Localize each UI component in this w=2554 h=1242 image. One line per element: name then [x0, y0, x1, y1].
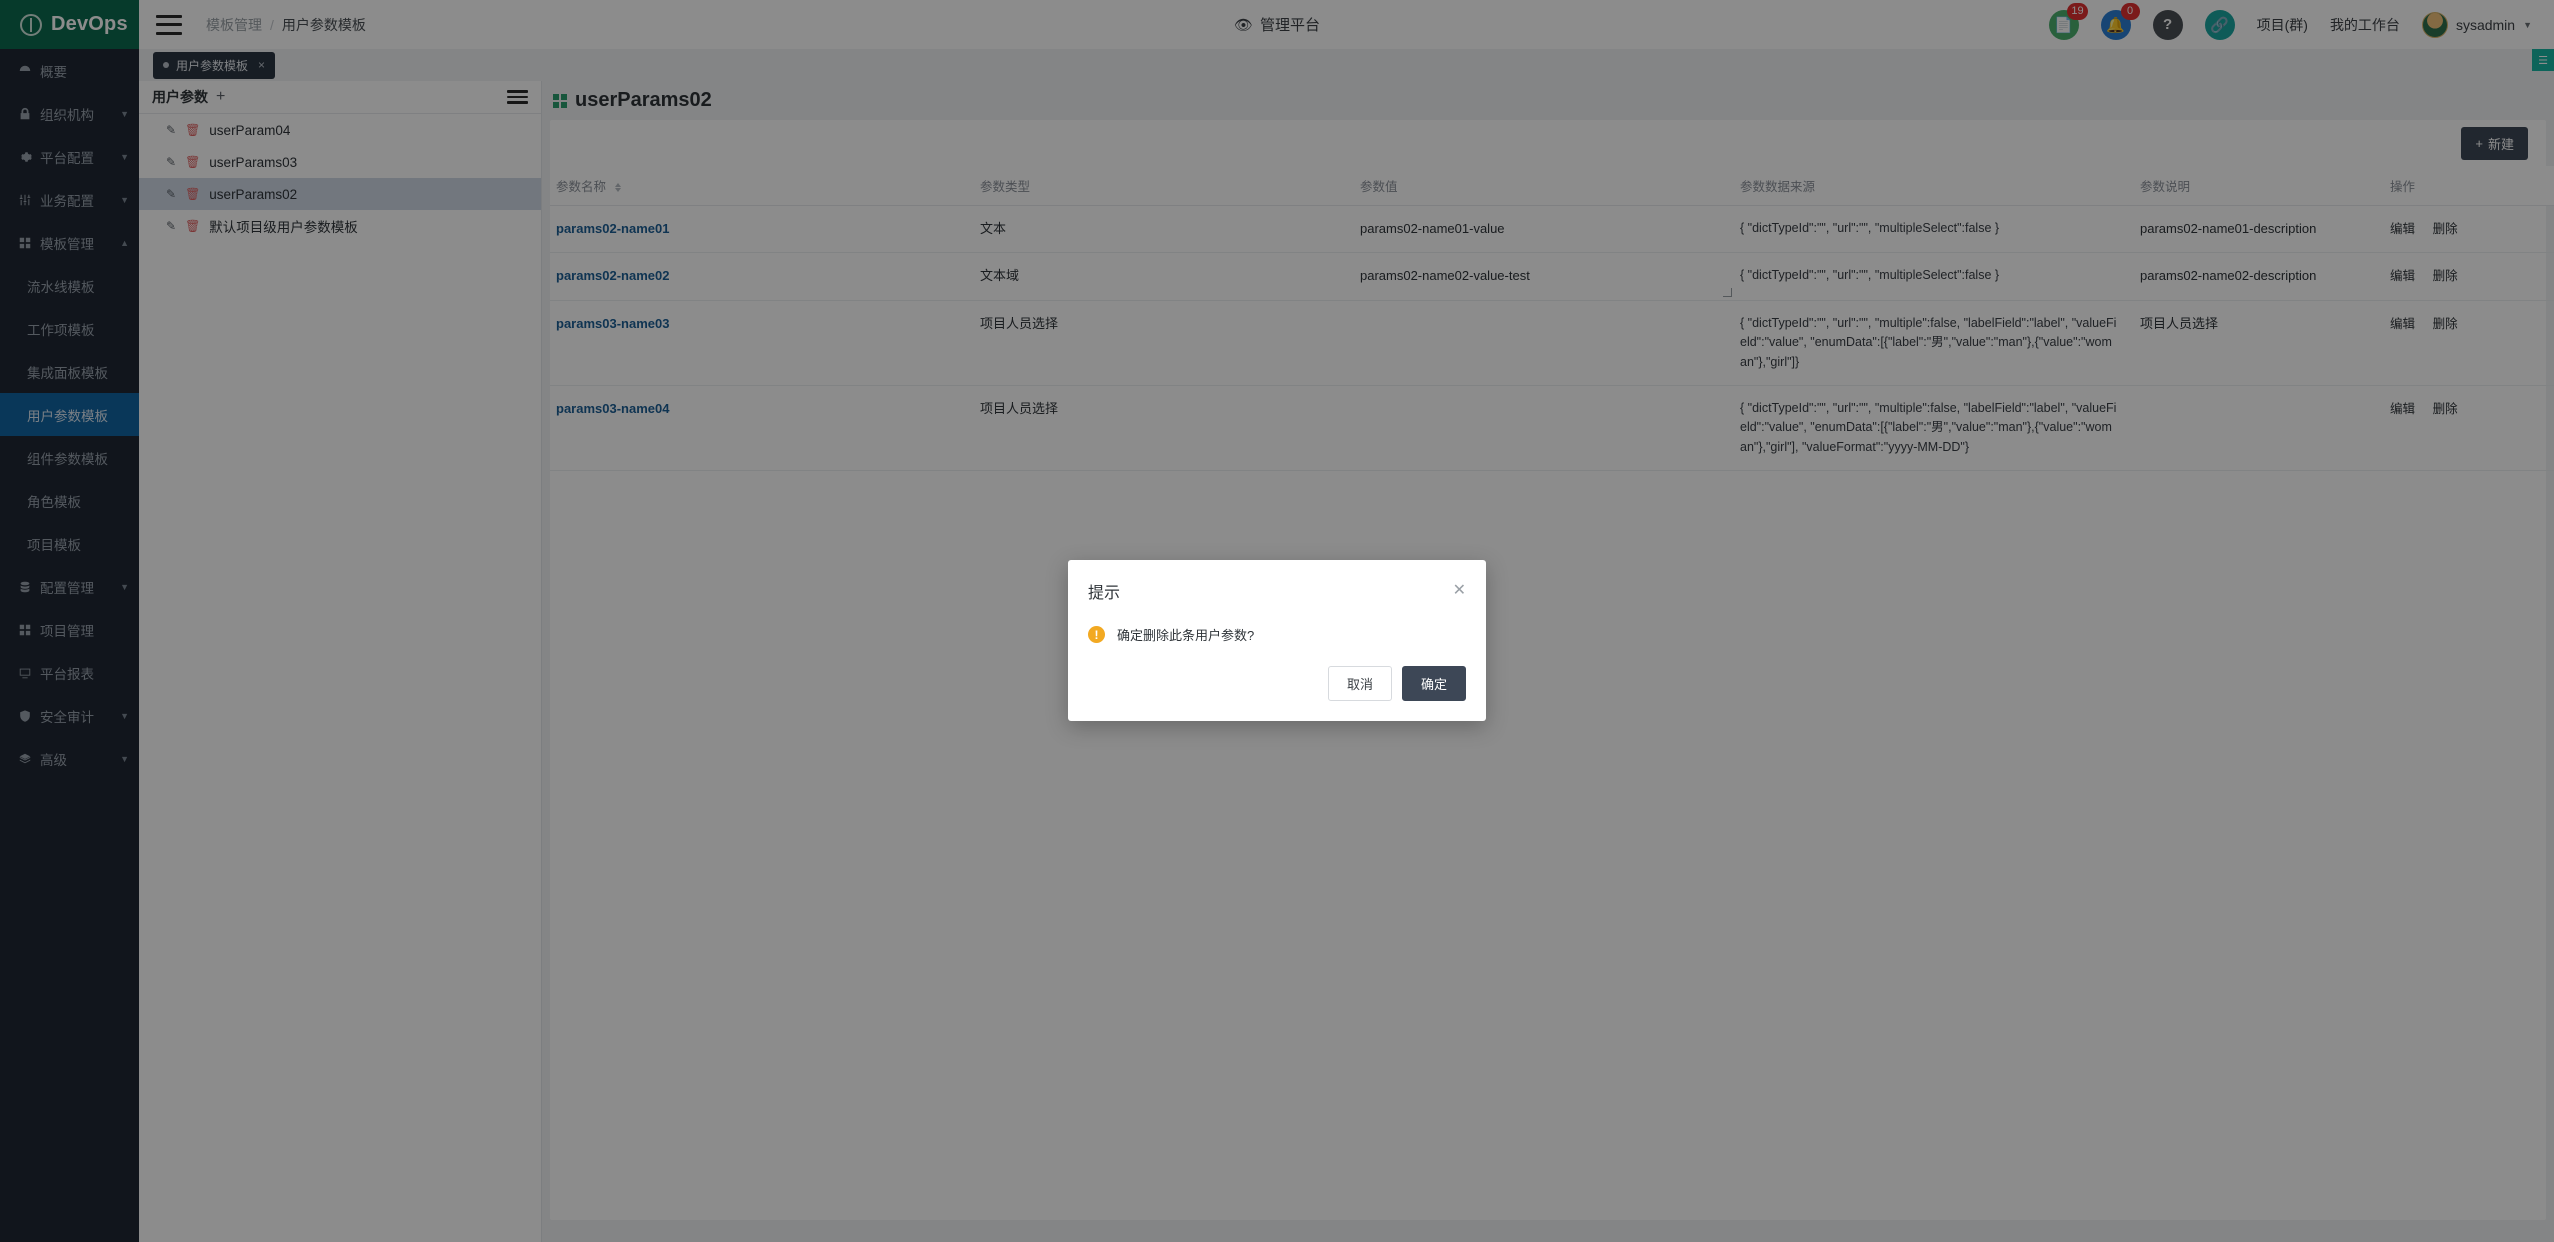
dialog-title: 提示 — [1088, 585, 1121, 602]
warning-icon: ! — [1088, 626, 1105, 643]
dialog-footer: 取消 确定 — [1068, 644, 1486, 721]
confirm-delete-dialog: 提示 ✕ ! 确定删除此条用户参数? 取消 确定 — [1068, 560, 1486, 721]
confirm-button[interactable]: 确定 — [1401, 666, 1466, 701]
close-icon[interactable]: ✕ — [1453, 583, 1466, 599]
dialog-message: 确定删除此条用户参数? — [1117, 628, 1255, 643]
cancel-button[interactable]: 取消 — [1327, 666, 1392, 701]
app-root: DevOps 模板管理 / 用户参数模板 👁 管理平台 📄 19 🔔 0 ? 🔗 — [0, 0, 2554, 1242]
dialog-body: ! 确定删除此条用户参数? — [1068, 603, 1486, 644]
dialog-header: 提示 ✕ — [1068, 560, 1486, 603]
